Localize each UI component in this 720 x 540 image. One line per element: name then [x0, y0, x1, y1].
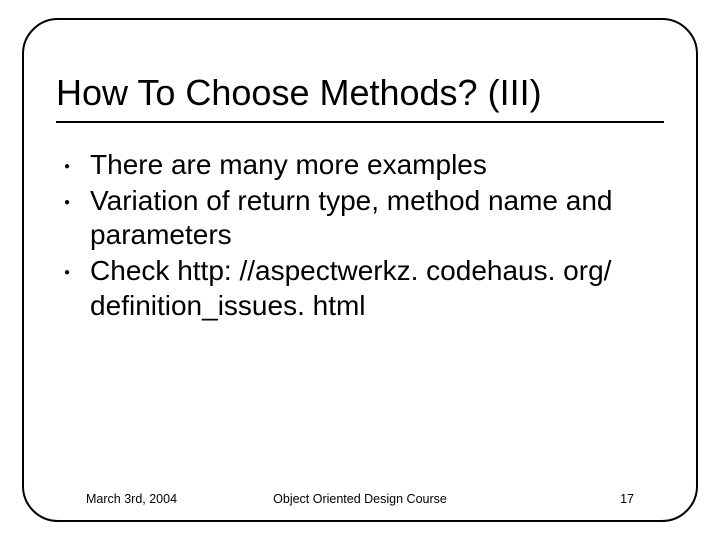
slide-footer: March 3rd, 2004 Object Oriented Design C… [0, 486, 720, 506]
title-block: How To Choose Methods? (III) [56, 72, 664, 123]
footer-course: Object Oriented Design Course [0, 492, 720, 506]
title-underline [56, 121, 664, 123]
list-item-text: There are many more examples [90, 148, 658, 182]
list-item: ● Check http: //aspectwerkz. codehaus. o… [58, 254, 658, 322]
bullet-icon: ● [64, 162, 70, 172]
list-item: ● Variation of return type, method name … [58, 184, 658, 252]
list-item-text: Variation of return type, method name an… [90, 184, 658, 252]
footer-page: 17 [620, 492, 634, 506]
slide: How To Choose Methods? (III) ● There are… [0, 0, 720, 540]
slide-title: How To Choose Methods? (III) [56, 72, 664, 119]
list-item-text: Check http: //aspectwerkz. codehaus. org… [90, 254, 658, 322]
list-item: ● There are many more examples [58, 148, 658, 182]
bullet-icon: ● [64, 198, 70, 208]
bullet-icon: ● [64, 268, 70, 278]
slide-body: ● There are many more examples ● Variati… [58, 148, 658, 325]
